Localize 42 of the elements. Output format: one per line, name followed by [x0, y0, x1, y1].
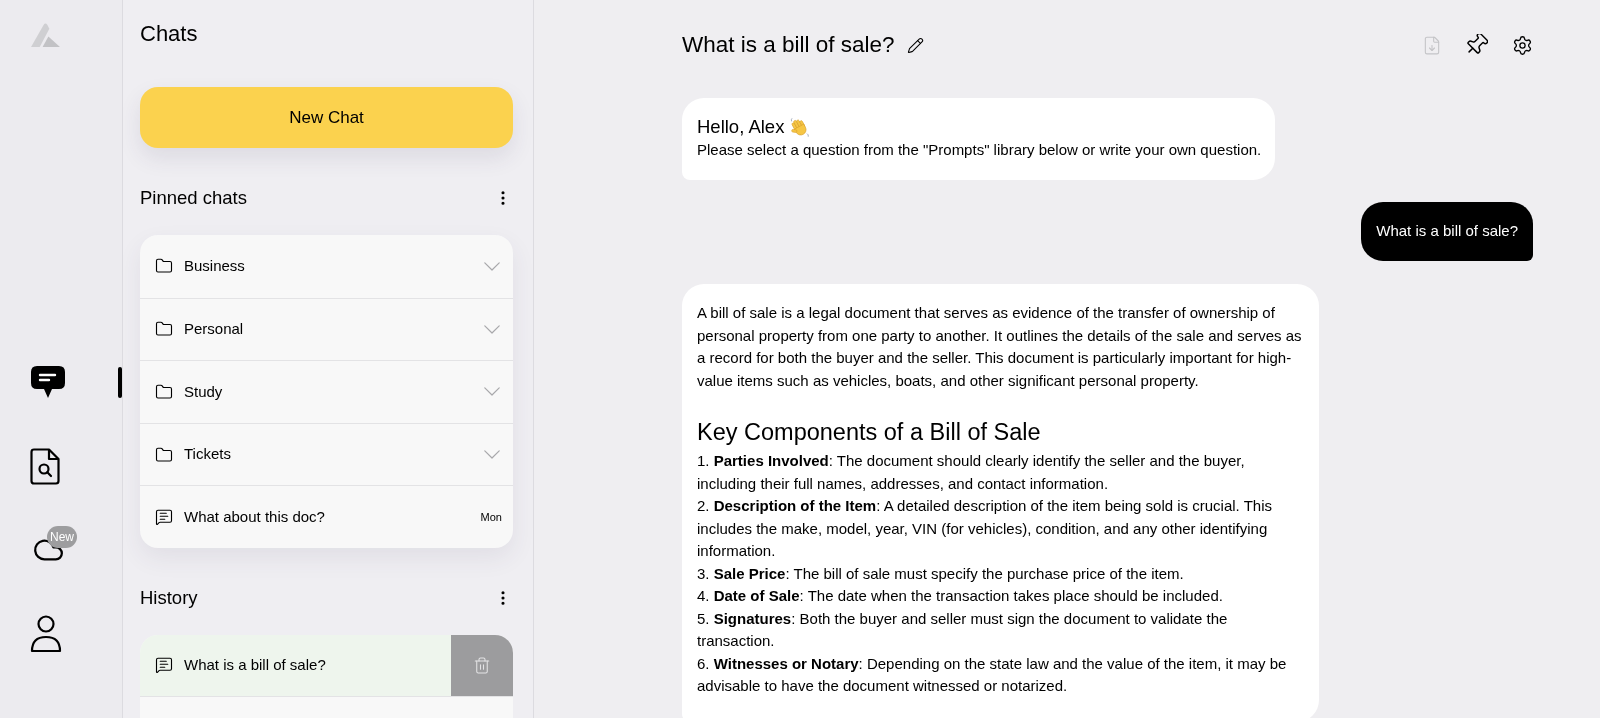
user-icon	[30, 615, 62, 653]
answer-heading: Key Components of a Bill of Sale	[697, 418, 1042, 446]
folder-icon	[155, 257, 173, 276]
list-item: 1. Parties Involved: The document should clearly identify the seller and the buyer, including their full names, addresses, and contact information.	[697, 451, 1246, 494]
section-heading: Pinned chats	[140, 186, 247, 210]
history-item[interactable]: What is a bill of sale?	[140, 634, 451, 696]
settings-icon	[1512, 34, 1533, 56]
folder-icon	[155, 320, 173, 339]
chat-time: Mon	[480, 509, 502, 525]
list-item: 5. Signatures: Both the buyer and seller must sign the document to validate the transaction.	[697, 608, 1229, 651]
folder-icon	[155, 383, 173, 401]
chat-title: What is a bill of sale?	[682, 31, 895, 59]
folder-icon	[155, 445, 173, 464]
logo-icon	[29, 22, 62, 49]
greeting-title: Hello, Alex	[697, 115, 785, 139]
trash-icon	[473, 655, 491, 675]
answer-paragraph: A bill of sale is a legal document that serves as evidence of the transfer of ownership of personal property from one party to another. It outlines the details of the sale and serves as a record for both the buyer and the seller. This document is particularly important for high-value items such as vehicles, boats, and other significant personal property.	[697, 303, 1303, 391]
sidebar-title: Chats	[140, 20, 199, 48]
section-heading: History	[140, 585, 198, 610]
chat-item[interactable]: What about this doc? Mon	[140, 485, 513, 548]
folder-item[interactable]: Personal	[140, 297, 513, 361]
greeting-text: Please select a question from the "Prompts" library below or write your own question.	[697, 140, 1262, 160]
file-download-icon	[1422, 34, 1442, 56]
edit-icon[interactable]	[906, 36, 924, 54]
new-badge: New	[47, 526, 77, 548]
waving-hand-icon	[789, 116, 811, 138]
list-item: 2. Description of the Item: A detailed description of the item being sold is crucial. This includes the make, model, year, VIN (for vehicles), condition, and any other identifying information.	[697, 496, 1273, 561]
pin-button[interactable]	[1466, 34, 1488, 56]
folder-item[interactable]: Tickets	[140, 422, 513, 486]
list-item: 3. Sale Price: The bill of sale must specify the purchase price of the item.	[697, 563, 1185, 584]
chat-icon	[155, 656, 173, 675]
list-item: 4. Date of Sale: The date when the transaction takes place should be included.	[697, 586, 1224, 606]
pin-icon	[1466, 34, 1488, 56]
new-chat-button[interactable]: New Chat	[140, 87, 513, 148]
chat-bubble-icon	[30, 365, 66, 399]
folder-item[interactable]: Business	[140, 235, 513, 298]
user-message: What is a bill of sale?	[1361, 202, 1533, 261]
folder-item[interactable]: Study	[140, 360, 513, 423]
chat-icon	[155, 508, 173, 527]
list-item: 6. Witnesses or Notary: Depending on the state law and the value of the item, it may be advisable to have the document witnessed or notarized.	[697, 653, 1288, 696]
file-search-icon	[30, 447, 60, 485]
settings-button[interactable]	[1512, 34, 1533, 56]
